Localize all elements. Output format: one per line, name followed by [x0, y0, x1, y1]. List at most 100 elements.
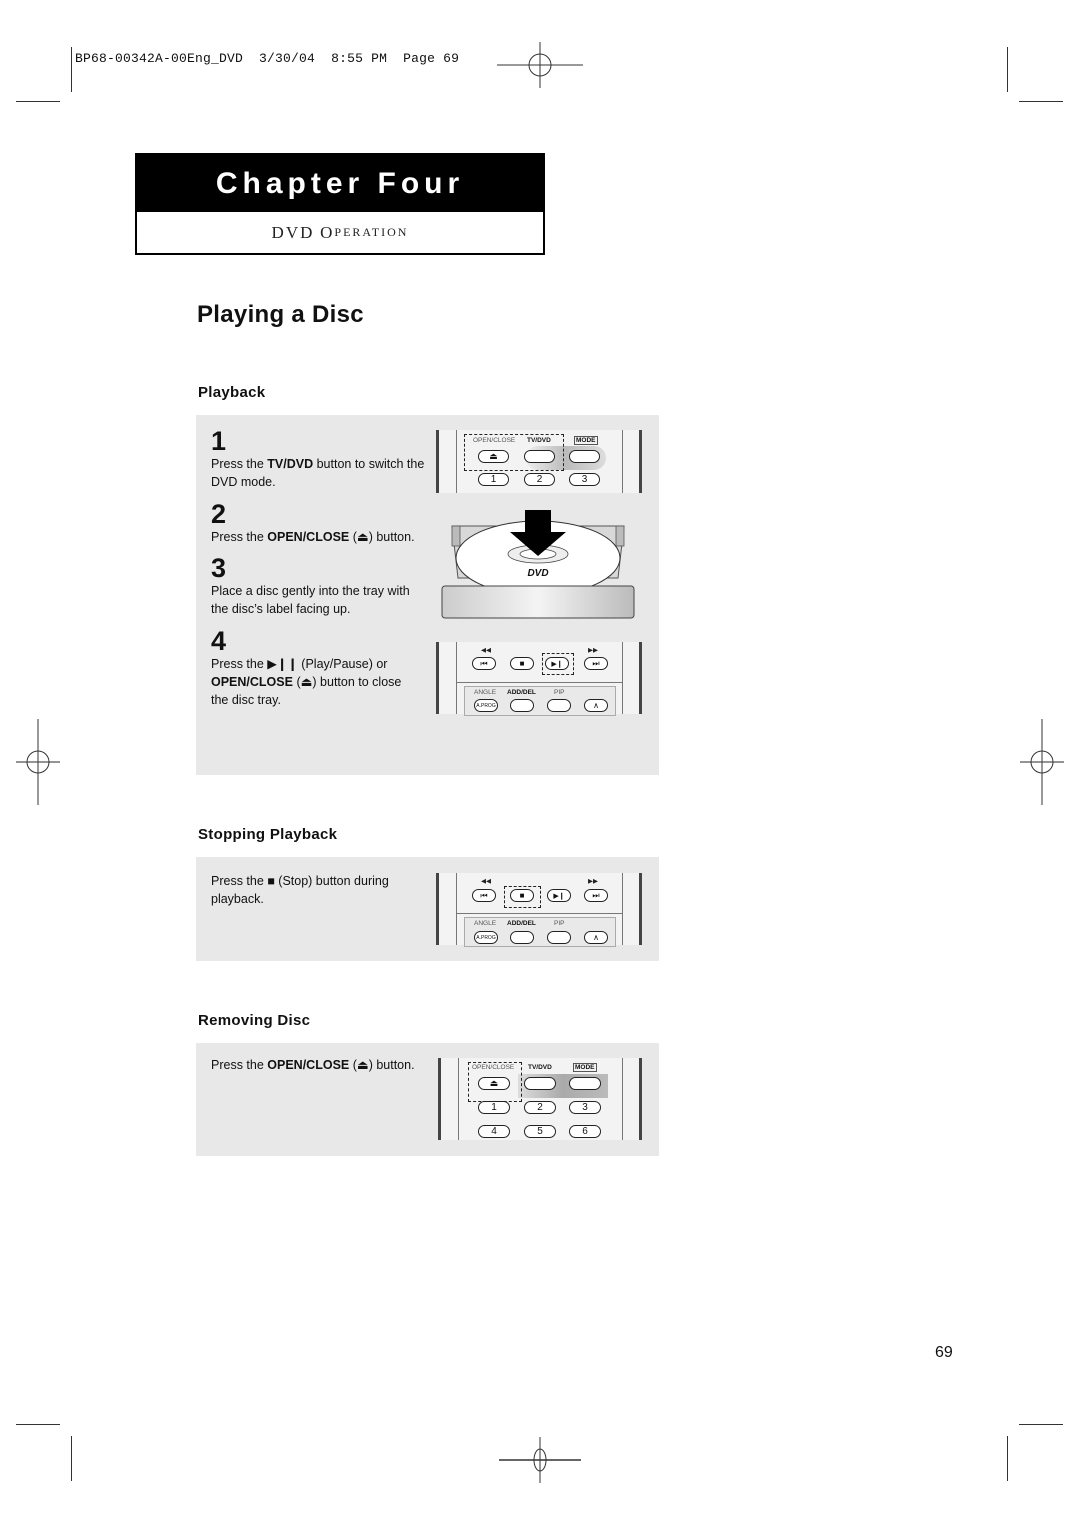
- page-number: 69: [935, 1344, 953, 1361]
- digit-label: 1: [491, 1102, 497, 1113]
- digit-3-button[interactable]: 3: [569, 473, 600, 486]
- disc-tray-illustration: DVD: [441, 510, 635, 619]
- digit-1-button[interactable]: 1: [478, 473, 509, 486]
- step-number: 4: [211, 626, 227, 656]
- subtitle-rest: PERATION: [334, 225, 409, 239]
- digit-1-button[interactable]: 1: [478, 1101, 510, 1114]
- crop-mark: [1019, 1424, 1063, 1425]
- step-text: Press the OPEN/CLOSE (⏏) button.: [211, 528, 426, 546]
- digit-2-button[interactable]: 2: [524, 473, 555, 486]
- slug-file: BP68-00342A-00Eng_DVD: [75, 51, 244, 66]
- slug-date: 3/30/04: [259, 51, 316, 66]
- a-prog-button[interactable]: A.PROG: [474, 699, 498, 712]
- up-button[interactable]: ∧: [584, 699, 608, 712]
- remote-illustration-removing: OPEN/CLOSE TV/DVD MODE ⏏ 1 2 3 4 5 6: [438, 1058, 642, 1140]
- label-angle: ANGLE: [474, 689, 497, 696]
- play-pause-button[interactable]: ▶❙: [547, 889, 571, 902]
- eject-icon: ⏏: [489, 451, 498, 461]
- bold-text: TV/DVD: [267, 457, 314, 471]
- label-open-close: OPEN/CLOSE: [473, 437, 516, 444]
- digit-2-button[interactable]: 2: [524, 1101, 556, 1114]
- stop-button[interactable]: ■: [510, 889, 534, 902]
- registration-mark-top: [497, 42, 583, 88]
- step-4: 4 Press the ▶❙❙ (Play/Pause) or OPEN/CLO…: [211, 628, 416, 709]
- previous-button[interactable]: ⏮: [472, 889, 496, 902]
- fast-forward-icon: ▶▶: [588, 878, 598, 885]
- rewind-icon: ◀◀: [481, 647, 491, 654]
- stop-icon: ■: [519, 659, 525, 668]
- page-title: Playing a Disc: [197, 301, 364, 328]
- tv-dvd-button[interactable]: [524, 450, 555, 463]
- step-text: Place a disc gently into the tray with t…: [211, 582, 411, 618]
- registration-mark-left: [16, 719, 60, 805]
- eject-icon: ⏏: [489, 1078, 499, 1088]
- step-number: 1: [211, 426, 227, 456]
- add-del-button[interactable]: [510, 699, 534, 712]
- stop-button[interactable]: ■: [510, 657, 534, 670]
- label-tv-dvd: TV/DVD: [527, 437, 551, 444]
- previous-icon: ⏮: [480, 658, 488, 668]
- text: (⏏) button.: [349, 530, 415, 544]
- up-button[interactable]: ∧: [584, 931, 608, 944]
- label-angle: ANGLE: [474, 920, 497, 927]
- mode-button[interactable]: [569, 450, 600, 463]
- print-slug: BP68-00342A-00Eng_DVD 3/30/04 8:55 PM Pa…: [75, 51, 459, 66]
- a-prog-button[interactable]: A.PROG: [474, 931, 498, 944]
- registration-mark-bottom: [499, 1437, 581, 1483]
- mode-button[interactable]: [569, 1077, 601, 1090]
- slug-page-value: 69: [443, 51, 460, 66]
- play-pause-icon: ▶❙: [551, 660, 563, 668]
- play-pause-button[interactable]: ▶❙: [545, 657, 569, 670]
- remote-illustration-transport: ◀◀ ▶▶ ⏮ ■ ▶❙ ⏭ ANGLE ADD/DEL PIP A.PROG …: [436, 642, 642, 716]
- next-button[interactable]: ⏭: [584, 889, 608, 902]
- digit-label: 5: [537, 1126, 543, 1137]
- digit-label: 3: [582, 1102, 588, 1113]
- crop-mark: [1007, 1436, 1008, 1481]
- bold-text: OPEN/CLOSE: [211, 675, 293, 689]
- previous-button[interactable]: ⏮: [472, 657, 496, 670]
- pip-button[interactable]: [547, 699, 571, 712]
- crop-mark: [1007, 47, 1008, 92]
- a-prog-label: A.PROG: [476, 702, 496, 709]
- crop-mark: [16, 1424, 60, 1425]
- pip-button[interactable]: [547, 931, 571, 944]
- subtitle-dvd: DVD: [271, 222, 315, 242]
- text: (⏏) button.: [349, 1058, 415, 1072]
- digit-label: 3: [581, 474, 588, 485]
- crop-mark: [71, 1436, 72, 1481]
- chapter-title: Chapter Four: [137, 155, 543, 212]
- digit-label: 2: [537, 1102, 543, 1113]
- crop-mark: [71, 47, 72, 92]
- remote-illustration-top: OPEN/CLOSE TV/DVD MODE ⏏ 1 2 3: [436, 430, 642, 493]
- add-del-button[interactable]: [510, 931, 534, 944]
- text: Press the ▶❙❙ (Play/Pause) or: [211, 657, 388, 671]
- bold-text: OPEN/CLOSE: [267, 1058, 350, 1072]
- up-arrow-icon: ∧: [593, 701, 599, 710]
- slug-page-label: Page: [403, 51, 436, 66]
- play-pause-icon: ▶❙: [553, 892, 565, 900]
- dvd-logo: DVD: [527, 568, 548, 579]
- next-button[interactable]: ⏭: [584, 657, 608, 670]
- text: Press the: [211, 530, 268, 544]
- digit-3-button[interactable]: 3: [569, 1101, 601, 1114]
- tv-dvd-button[interactable]: [524, 1077, 556, 1090]
- stopping-text: Press the ■ (Stop) button during playbac…: [211, 874, 389, 906]
- digit-4-button[interactable]: 4: [478, 1125, 510, 1138]
- label-pip: PIP: [554, 689, 565, 696]
- label-pip: PIP: [554, 920, 565, 927]
- digit-label: 4: [491, 1126, 497, 1137]
- a-prog-label: A.PROG: [476, 934, 496, 941]
- eject-button[interactable]: ⏏: [478, 1077, 510, 1090]
- up-arrow-icon: ∧: [593, 933, 599, 942]
- previous-icon: ⏮: [480, 890, 488, 900]
- label-mode: MODE: [574, 436, 598, 445]
- label-open-close: OPEN/CLOSE: [472, 1064, 515, 1071]
- label-tv-dvd: TV/DVD: [528, 1064, 552, 1071]
- step-number: 2: [211, 499, 227, 529]
- digit-5-button[interactable]: 5: [524, 1125, 556, 1138]
- subtitle-o: O: [320, 222, 335, 242]
- digit-6-button[interactable]: 6: [569, 1125, 601, 1138]
- section-title-playback: Playback: [198, 384, 266, 401]
- eject-button[interactable]: ⏏: [478, 450, 509, 463]
- step-1: 1 Press the TV/DVD button to switch the …: [211, 428, 426, 491]
